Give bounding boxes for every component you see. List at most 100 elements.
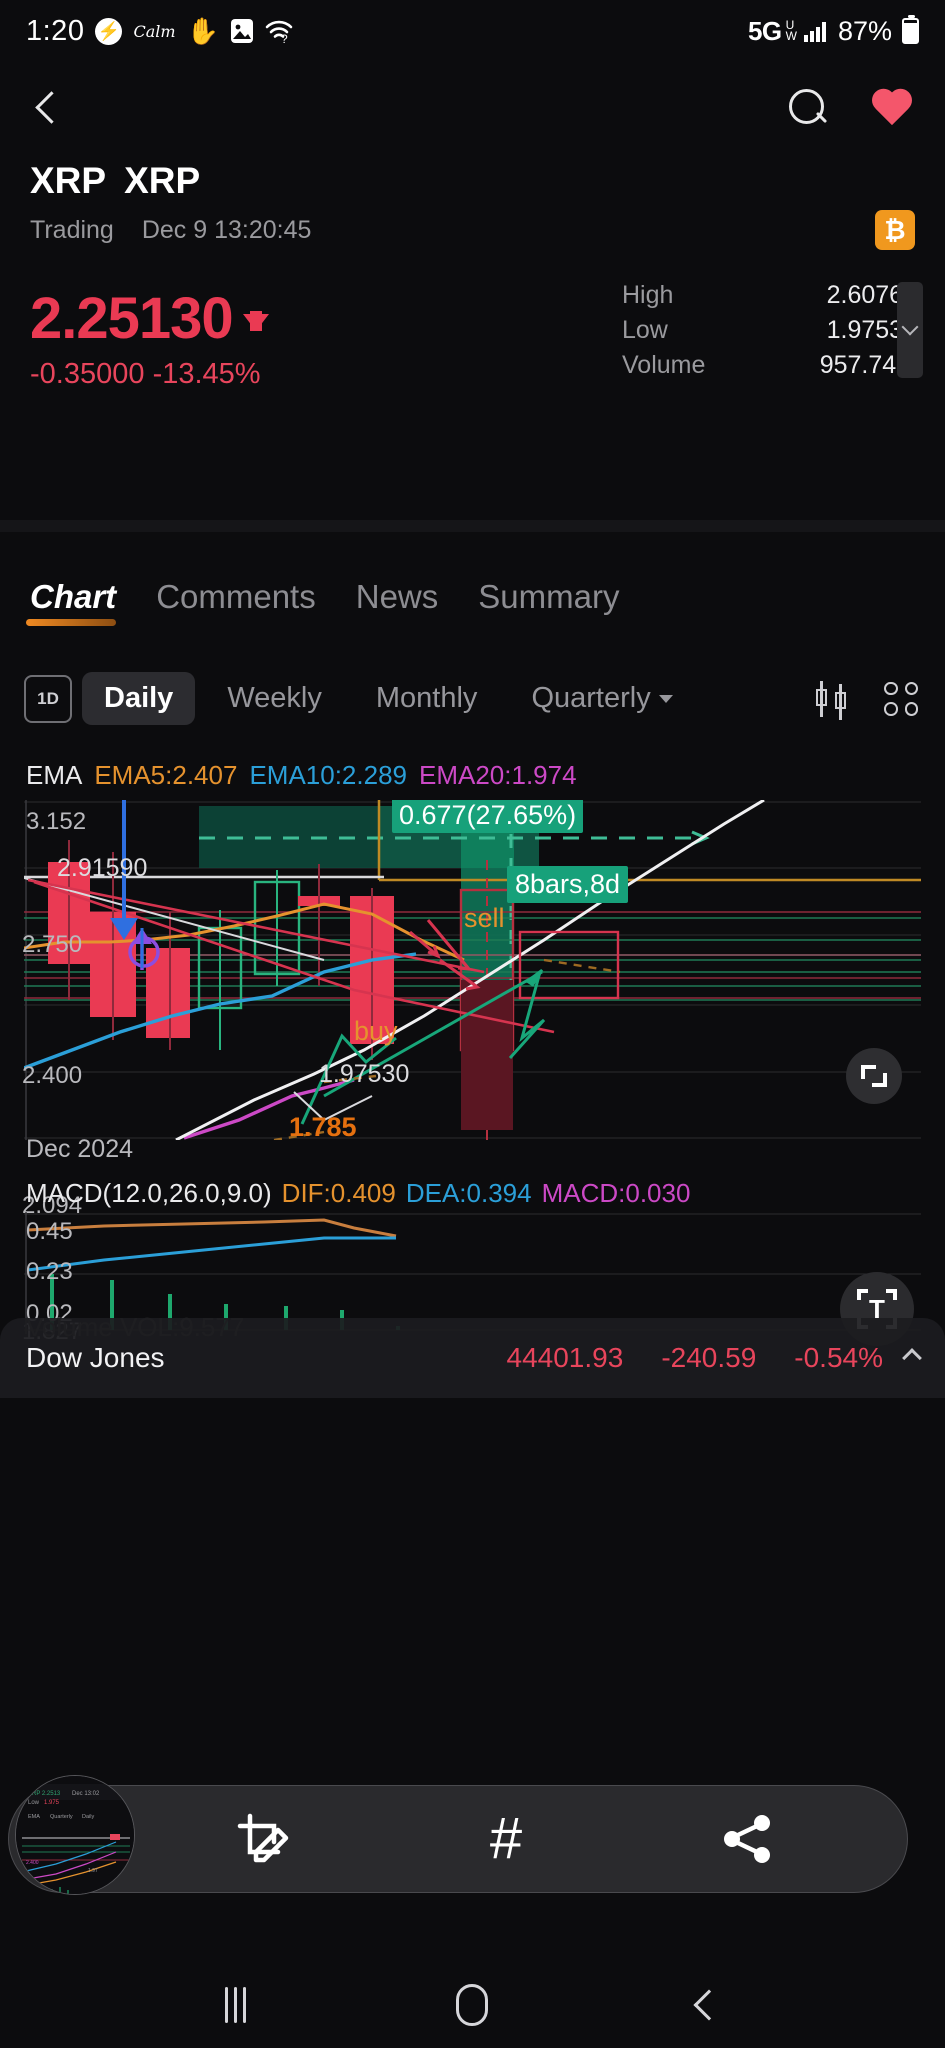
- ema5-value: EMA5:2.407: [94, 760, 238, 790]
- chart-type-controls: [816, 680, 924, 720]
- grid-icon[interactable]: [884, 681, 918, 716]
- symbol-code: XRP: [30, 160, 107, 201]
- timeframe-bar: 1D Daily Weekly Monthly Quarterly: [24, 672, 924, 725]
- tag-icon[interactable]: #: [474, 1807, 538, 1871]
- macd-dif-value: DIF:0.409: [281, 1178, 396, 1208]
- ticker-values: 44401.93 -240.59 -0.54%: [507, 1342, 883, 1374]
- quote-timestamp: Dec 9 13:20:45: [141, 215, 312, 244]
- chevron-up-icon[interactable]: [902, 1348, 922, 1368]
- drawing-label-buy: buy: [354, 1016, 398, 1046]
- quote-stats: High 2.60760 Low 1.97530 Volume 957.74M: [622, 278, 923, 383]
- svg-text:Dec 13:02: Dec 13:02: [72, 1791, 100, 1797]
- network-type: 5G: [747, 15, 782, 46]
- tab-chart[interactable]: Chart: [25, 578, 116, 626]
- price-direction-down-icon: [242, 311, 269, 331]
- macd-value: MACD:0.030: [541, 1178, 691, 1208]
- y-axis-tick-3152: 3.152: [26, 808, 87, 835]
- macd-chart[interactable]: [24, 1212, 921, 1334]
- svg-text:1.97: 1.97: [88, 1868, 98, 1874]
- price-row: 2.25130: [30, 285, 269, 352]
- svg-text:XRP 2.2513: XRP 2.2513: [28, 1791, 61, 1797]
- stat-row: Low 1.97530: [622, 313, 917, 348]
- phone-screen: 1:20 ⚡ Calm ✋ ? 5G UW 87% XRP XRP Tradin…: [0, 0, 945, 2048]
- price-change: -0.35000 -13.45%: [30, 358, 269, 391]
- timeframe-quarterly[interactable]: Quarterly: [509, 672, 694, 725]
- tab-summary[interactable]: Summary: [478, 578, 619, 626]
- market-meta-row: Trading Dec 9 13:20:45 ₿: [0, 202, 945, 250]
- stat-row: Volume 957.74M: [622, 348, 917, 383]
- battery-icon: [902, 15, 919, 44]
- macd-dea-value: DEA:0.394: [405, 1178, 532, 1208]
- messenger-icon: ⚡: [95, 17, 123, 45]
- ema10-value: EMA10:2.289: [249, 760, 407, 790]
- svg-text:2.400: 2.400: [26, 1860, 39, 1866]
- photo-icon: [230, 18, 254, 44]
- price-line-label: 2.91590: [57, 854, 148, 882]
- crypto-badge-icon[interactable]: ₿: [875, 210, 915, 250]
- svg-text:?: ?: [281, 32, 288, 43]
- stat-row: High 2.60760: [622, 278, 917, 313]
- screenshot-thumbnail[interactable]: XRP 2.2513 Dec 13:02 Low 1.975 EMA Quart…: [15, 1775, 135, 1895]
- stats-expand-button[interactable]: [897, 282, 923, 378]
- ticker-name: Dow Jones: [26, 1342, 165, 1373]
- ema-legend: EMA EMA5:2.407 EMA10:2.289 EMA20:1.974: [26, 760, 577, 791]
- instrument-header: XRP XRP Trading Dec 9 13:20:45 ₿: [0, 160, 945, 250]
- low-price-marker: 1.97530: [319, 1060, 410, 1088]
- price-chart[interactable]: 0.677(27.65%) 8bars,8d 2.91590 sell buy …: [24, 800, 921, 1140]
- ticker-change-pct: -0.54%: [794, 1342, 883, 1373]
- back-icon[interactable]: [30, 91, 64, 125]
- fullscreen-icon: [861, 1065, 887, 1087]
- share-icon[interactable]: [715, 1807, 779, 1871]
- ema-legend-title: EMA: [26, 760, 83, 790]
- tab-news[interactable]: News: [356, 578, 439, 626]
- crop-draw-icon[interactable]: [233, 1807, 297, 1871]
- macd-tick-023: 0.23: [26, 1258, 73, 1285]
- ticker-change-abs: -240.59: [661, 1342, 757, 1373]
- y-axis-tick-2750: 2.750: [22, 931, 83, 958]
- ticker-last: 44401.93: [506, 1342, 624, 1373]
- app-nav-bar: [0, 62, 945, 154]
- status-bar-left: 1:20 ⚡ Calm ✋ ?: [26, 15, 293, 48]
- market-status: Trading: [30, 215, 114, 244]
- app-nav-actions: [787, 87, 915, 129]
- wifi-question-icon: ?: [265, 19, 293, 43]
- screenshot-actions: #: [135, 1807, 907, 1871]
- price-block: 2.25130 -0.35000 -13.45%: [30, 285, 269, 391]
- macd-tick-045: 0.45: [26, 1218, 73, 1245]
- recents-button[interactable]: [225, 1987, 246, 2023]
- status-bar-right: 5G UW 87%: [747, 15, 919, 47]
- fullscreen-button[interactable]: [846, 1048, 902, 1104]
- svg-text:Quarterly: Quarterly: [50, 1814, 73, 1820]
- symbol-name: XRP: [124, 160, 201, 201]
- timeframe-daily[interactable]: Daily: [82, 672, 196, 725]
- heart-icon[interactable]: [871, 88, 915, 128]
- home-button[interactable]: [456, 1984, 488, 2026]
- calm-icon: Calm: [133, 21, 176, 41]
- timeframe-1d-badge[interactable]: 1D: [24, 674, 72, 723]
- tab-comments[interactable]: Comments: [156, 578, 316, 626]
- battery-percent: 87%: [837, 15, 892, 46]
- section-tabs: Chart Comments News Summary: [25, 578, 619, 626]
- index-ticker-bar[interactable]: Dow Jones 44401.93 -240.59 -0.54%: [0, 1318, 945, 1398]
- stat-label-low: Low: [622, 316, 668, 344]
- macd-legend: MACD(12.0,26.0,9.0) DIF:0.409 DEA:0.394 …: [26, 1178, 690, 1209]
- stat-label-volume: Volume: [622, 351, 706, 379]
- android-navigation-bar: [0, 1962, 945, 2048]
- svg-text:1.975: 1.975: [44, 1800, 60, 1806]
- back-button[interactable]: [693, 1989, 725, 2021]
- candlestick-icon[interactable]: [816, 680, 848, 720]
- svg-text:EMA: EMA: [28, 1814, 40, 1820]
- macd-legend-title: MACD(12.0,26.0,9.0): [26, 1178, 272, 1208]
- search-icon[interactable]: [787, 87, 829, 129]
- status-bar: 1:20 ⚡ Calm ✋ ? 5G UW 87%: [0, 0, 945, 62]
- timeframe-monthly[interactable]: Monthly: [354, 672, 500, 725]
- network-subtype: UW: [785, 18, 797, 43]
- hand-icon: ✋: [186, 15, 219, 46]
- measure-bars-label: 8bars,8d: [507, 866, 629, 903]
- last-price: 2.25130: [30, 286, 234, 351]
- svg-text:Low: Low: [28, 1800, 40, 1806]
- ema20-value: EMA20:1.974: [419, 760, 577, 790]
- section-divider: [0, 520, 945, 532]
- x-axis-date-label: Dec 2024: [26, 1135, 134, 1163]
- timeframe-weekly[interactable]: Weekly: [205, 672, 344, 725]
